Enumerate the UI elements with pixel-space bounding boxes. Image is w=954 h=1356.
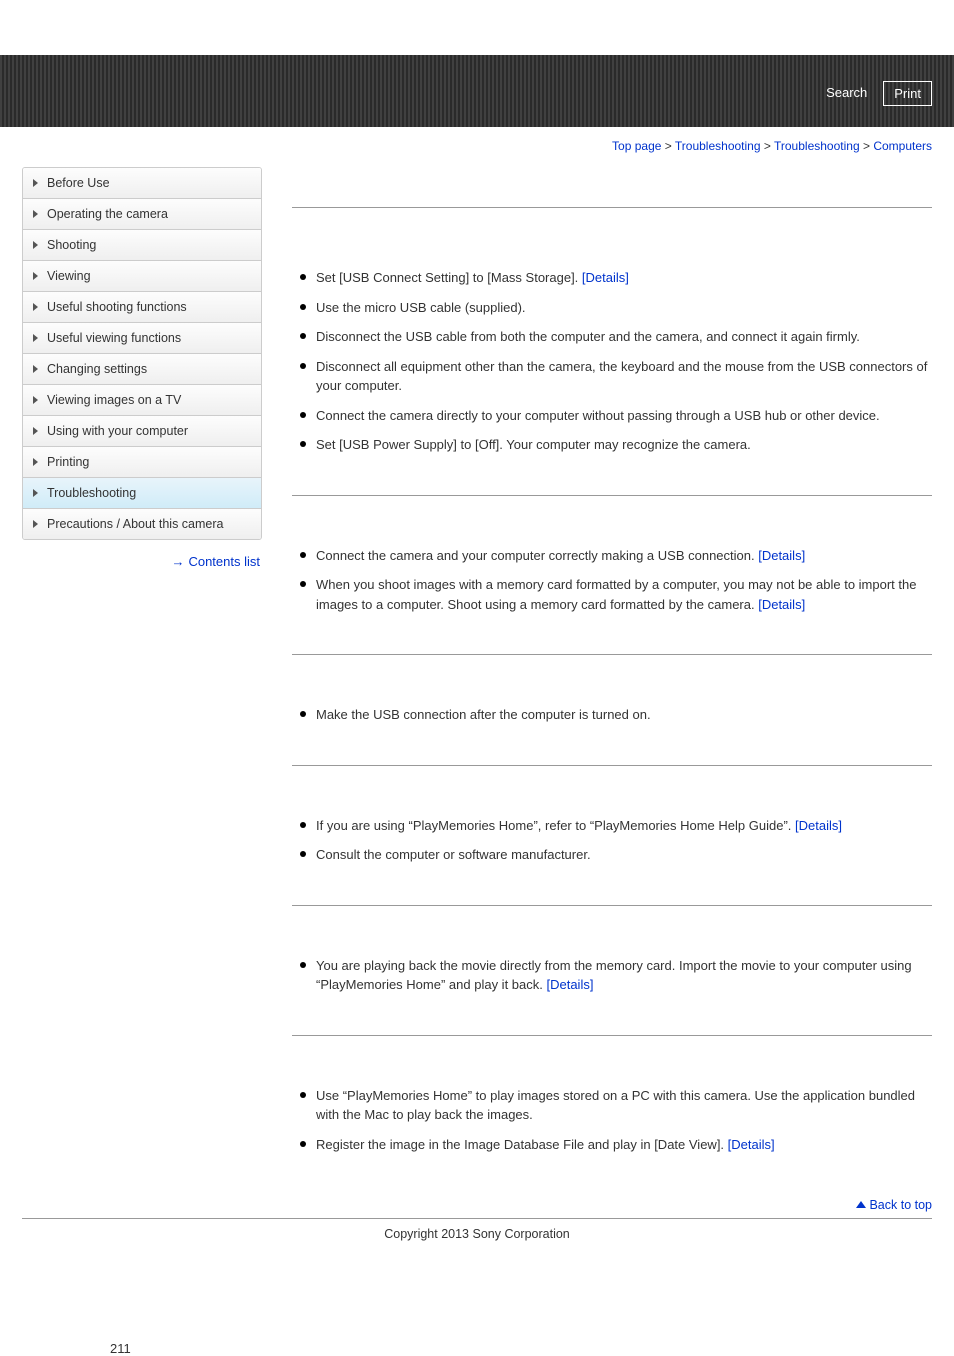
sidebar: Before UseOperating the cameraShootingVi… [22, 167, 262, 1194]
details-link[interactable]: [Details] [728, 1137, 775, 1152]
content-section: Make the USB connection after the comput… [292, 654, 932, 765]
sidebar-item[interactable]: Before Use [23, 168, 261, 199]
sidebar-item[interactable]: Changing settings [23, 354, 261, 385]
content-section: Set [USB Connect Setting] to [Mass Stora… [292, 207, 932, 495]
list-item-text: You are playing back the movie directly … [316, 958, 912, 993]
breadcrumb-link[interactable]: Top page [612, 139, 661, 153]
list-item: Connect the camera and your computer cor… [300, 546, 932, 566]
content-section: You are playing back the movie directly … [292, 905, 932, 1035]
content-section: Connect the camera and your computer cor… [292, 495, 932, 655]
details-link[interactable]: [Details] [546, 977, 593, 992]
details-link[interactable]: [Details] [795, 818, 842, 833]
sidebar-item[interactable]: Viewing images on a TV [23, 385, 261, 416]
list-item-text: Connect the camera and your computer cor… [316, 548, 758, 563]
page-number: 211 [0, 1301, 954, 1356]
breadcrumb-link[interactable]: Troubleshooting [675, 139, 761, 153]
details-link[interactable]: [Details] [758, 597, 805, 612]
list-item-text: Connect the camera directly to your comp… [316, 408, 880, 423]
details-link[interactable]: [Details] [758, 548, 805, 563]
search-button[interactable]: Search [816, 81, 877, 106]
list-item: When you shoot images with a memory card… [300, 575, 932, 614]
print-button[interactable]: Print [883, 81, 932, 106]
main-content: Set [USB Connect Setting] to [Mass Stora… [292, 167, 932, 1194]
list-item-text: Disconnect all equipment other than the … [316, 359, 927, 394]
sidebar-item[interactable]: Troubleshooting [23, 478, 261, 509]
list-item-text: Set [USB Connect Setting] to [Mass Stora… [316, 270, 582, 285]
list-item: You are playing back the movie directly … [300, 956, 932, 995]
breadcrumb-link[interactable]: Computers [873, 139, 932, 153]
list-item-text: Use “PlayMemories Home” to play images s… [316, 1088, 915, 1123]
sidebar-item[interactable]: Printing [23, 447, 261, 478]
list-item: Set [USB Power Supply] to [Off]. Your co… [300, 435, 932, 455]
list-item-text: Disconnect the USB cable from both the c… [316, 329, 860, 344]
contents-list-link[interactable]: →Contents list [22, 540, 262, 569]
list-item: Register the image in the Image Database… [300, 1135, 932, 1155]
list-item-text: If you are using “PlayMemories Home”, re… [316, 818, 795, 833]
list-item: Make the USB connection after the comput… [300, 705, 932, 725]
sidebar-item[interactable]: Shooting [23, 230, 261, 261]
arrow-right-icon: → [171, 554, 184, 569]
list-item-text: Set [USB Power Supply] to [Off]. Your co… [316, 437, 751, 452]
list-item-text: Register the image in the Image Database… [316, 1137, 728, 1152]
sidebar-item[interactable]: Useful viewing functions [23, 323, 261, 354]
copyright-text: Copyright 2013 Sony Corporation [0, 1219, 954, 1301]
list-item: Set [USB Connect Setting] to [Mass Stora… [300, 268, 932, 288]
list-item: Use the micro USB cable (supplied). [300, 298, 932, 318]
up-triangle-icon [856, 1201, 866, 1208]
sidebar-item[interactable]: Precautions / About this camera [23, 509, 261, 539]
list-item: Connect the camera directly to your comp… [300, 406, 932, 426]
list-item-text: When you shoot images with a memory card… [316, 577, 916, 612]
sidebar-item[interactable]: Using with your computer [23, 416, 261, 447]
details-link[interactable]: [Details] [582, 270, 629, 285]
breadcrumb: Top page > Troubleshooting > Troubleshoo… [0, 127, 954, 153]
sidebar-item[interactable]: Useful shooting functions [23, 292, 261, 323]
list-item: If you are using “PlayMemories Home”, re… [300, 816, 932, 836]
list-item: Disconnect the USB cable from both the c… [300, 327, 932, 347]
list-item-text: Use the micro USB cable (supplied). [316, 300, 526, 315]
content-section: If you are using “PlayMemories Home”, re… [292, 765, 932, 905]
content-section: Use “PlayMemories Home” to play images s… [292, 1035, 932, 1195]
sidebar-item[interactable]: Operating the camera [23, 199, 261, 230]
breadcrumb-link[interactable]: Troubleshooting [774, 139, 860, 153]
list-item: Disconnect all equipment other than the … [300, 357, 932, 396]
sidebar-item[interactable]: Viewing [23, 261, 261, 292]
list-item-text: Consult the computer or software manufac… [316, 847, 591, 862]
list-item: Use “PlayMemories Home” to play images s… [300, 1086, 932, 1125]
list-item-text: Make the USB connection after the comput… [316, 707, 651, 722]
list-item: Consult the computer or software manufac… [300, 845, 932, 865]
header-banner: Search Print [0, 55, 954, 127]
back-to-top-link[interactable]: Back to top [0, 1194, 954, 1218]
